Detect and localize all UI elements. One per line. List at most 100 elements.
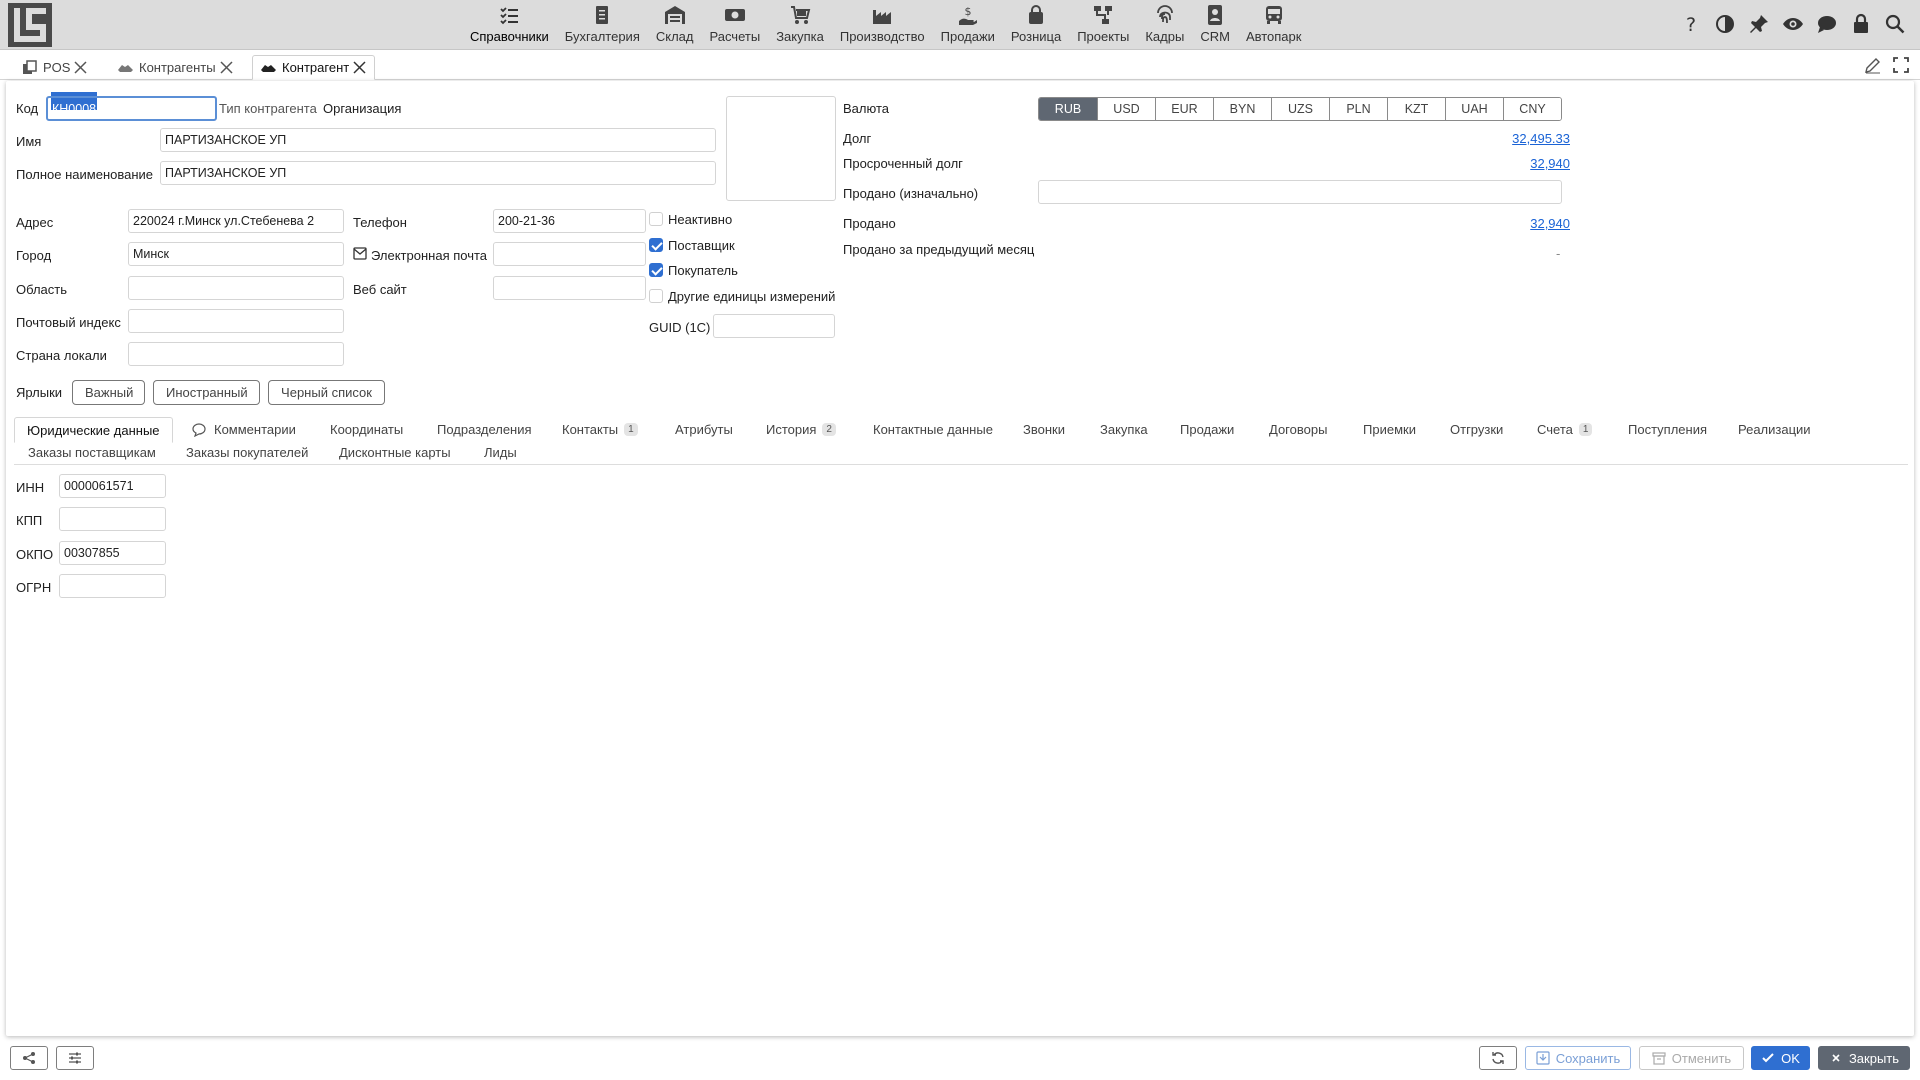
website-input[interactable] xyxy=(493,276,646,300)
module-purchase[interactable]: Закупка xyxy=(768,2,832,48)
overdue-value-link[interactable]: 32,940 xyxy=(1530,156,1570,171)
subtab-coordinates[interactable]: Координаты xyxy=(330,422,403,437)
app-logo-icon[interactable] xyxy=(8,3,52,47)
fullscreen-icon[interactable] xyxy=(1892,56,1910,74)
eye-icon[interactable] xyxy=(1782,13,1804,35)
region-label: Область xyxy=(16,282,68,297)
save-button[interactable]: Сохранить xyxy=(1525,1046,1631,1070)
region-input[interactable] xyxy=(128,276,344,300)
subtab-shipments[interactable]: Отгрузки xyxy=(1450,422,1503,437)
cancel-button[interactable]: Отменить xyxy=(1639,1046,1744,1070)
phone-input[interactable] xyxy=(493,209,646,233)
subtab-attributes[interactable]: Атрибуты xyxy=(675,422,733,437)
buyer-checkbox[interactable] xyxy=(649,263,663,277)
refresh-button[interactable] xyxy=(1479,1046,1517,1070)
subtab-legal[interactable]: Юридические данные xyxy=(14,417,173,443)
tab-pos[interactable]: POS xyxy=(14,55,95,80)
subtab-invoices[interactable]: Счета 1 xyxy=(1537,422,1593,437)
subtab-calls[interactable]: Звонки xyxy=(1023,422,1065,437)
email-input[interactable] xyxy=(493,242,646,266)
subtab-buyer-orders[interactable]: Заказы покупателей xyxy=(186,445,308,460)
contrast-icon[interactable] xyxy=(1714,13,1736,35)
inactive-checkbox[interactable] xyxy=(649,212,663,226)
ogrn-input[interactable] xyxy=(59,574,166,598)
help-icon[interactable]: ? xyxy=(1680,13,1702,35)
module-hr[interactable]: Кадры xyxy=(1137,2,1192,48)
module-label: Продажи xyxy=(940,29,995,44)
search-icon[interactable] xyxy=(1884,13,1906,35)
close-icon[interactable] xyxy=(353,61,366,74)
subtab-contacts[interactable]: Контакты 1 xyxy=(562,422,638,437)
photo-placeholder[interactable] xyxy=(726,96,836,201)
module-production[interactable]: Производство xyxy=(832,2,933,48)
subtab-discount-cards[interactable]: Дисконтные карты xyxy=(339,445,451,460)
module-accounting[interactable]: Бухгалтерия xyxy=(557,2,648,48)
subtab-label: Реализации xyxy=(1738,422,1811,437)
kpp-input[interactable] xyxy=(59,507,166,531)
module-settlements[interactable]: Расчеты xyxy=(701,2,768,48)
share-button[interactable] xyxy=(10,1046,48,1070)
tag-foreign-button[interactable]: Иностранный xyxy=(153,380,260,405)
tag-blacklist-button[interactable]: Черный список xyxy=(268,380,385,405)
pin-icon[interactable] xyxy=(1748,13,1770,35)
sold-value-link[interactable]: 32,940 xyxy=(1530,216,1570,231)
module-label: Автопарк xyxy=(1245,29,1302,44)
subtab-contracts[interactable]: Договоры xyxy=(1269,422,1327,437)
currency-uzs[interactable]: UZS xyxy=(1271,98,1329,120)
units-checkbox[interactable] xyxy=(649,289,663,303)
sold-initial-input[interactable] xyxy=(1038,180,1562,204)
close-button[interactable]: Закрыть xyxy=(1818,1046,1910,1070)
currency-usd[interactable]: USD xyxy=(1097,98,1155,120)
currency-pln[interactable]: PLN xyxy=(1329,98,1387,120)
subtab-divisions[interactable]: Подразделения xyxy=(437,422,532,437)
subtab-comments[interactable]: Комментарии xyxy=(192,422,296,437)
currency-uah[interactable]: UAH xyxy=(1445,98,1503,120)
module-crm[interactable]: CRM xyxy=(1192,2,1238,48)
subtab-contact-data[interactable]: Контактные данные xyxy=(873,422,993,437)
subtab-realizations[interactable]: Реализации xyxy=(1738,422,1811,437)
currency-cny[interactable]: CNY xyxy=(1503,98,1561,120)
module-retail[interactable]: Розница xyxy=(1003,2,1069,48)
supplier-checkbox[interactable] xyxy=(649,238,663,252)
currency-byn[interactable]: BYN xyxy=(1213,98,1271,120)
debt-value-link[interactable]: 32,495.33 xyxy=(1512,131,1570,146)
chat-icon[interactable] xyxy=(1816,13,1838,35)
edit-icon[interactable] xyxy=(1864,56,1882,74)
code-input[interactable] xyxy=(46,96,217,121)
currency-kzt[interactable]: KZT xyxy=(1387,98,1445,120)
guid-input[interactable] xyxy=(713,314,835,338)
cart-icon xyxy=(791,6,811,24)
supplier-label: Поставщик xyxy=(668,238,735,253)
subtab-history[interactable]: История 2 xyxy=(766,422,836,437)
tag-important-button[interactable]: Важный xyxy=(72,380,145,405)
module-catalogs[interactable]: Справочники xyxy=(462,2,557,48)
module-projects[interactable]: Проекты xyxy=(1069,2,1137,48)
settings-button[interactable] xyxy=(56,1046,94,1070)
lock-icon[interactable] xyxy=(1850,13,1872,35)
subtab-purchase[interactable]: Закупка xyxy=(1100,422,1148,437)
ok-button[interactable]: OK xyxy=(1751,1046,1810,1070)
okpo-input[interactable] xyxy=(59,541,166,565)
subtab-supplier-orders[interactable]: Заказы поставщикам xyxy=(28,445,156,460)
country-input[interactable] xyxy=(128,342,344,366)
currency-rub[interactable]: RUB xyxy=(1039,98,1097,120)
module-sales[interactable]: $ Продажи xyxy=(933,2,1003,48)
module-fleet[interactable]: Автопарк xyxy=(1238,2,1310,48)
fullname-input[interactable] xyxy=(160,161,716,185)
module-warehouse[interactable]: Склад xyxy=(648,2,702,48)
inn-input[interactable] xyxy=(59,474,166,498)
address-input[interactable] xyxy=(128,209,344,233)
postal-input[interactable] xyxy=(128,309,344,333)
subtab-label: Заказы поставщикам xyxy=(28,445,156,460)
subtab-leads[interactable]: Лиды xyxy=(484,445,517,460)
subtab-sales[interactable]: Продажи xyxy=(1180,422,1234,437)
city-input[interactable] xyxy=(128,242,344,266)
subtab-incomings[interactable]: Поступления xyxy=(1628,422,1707,437)
close-icon[interactable] xyxy=(220,61,233,74)
close-icon[interactable] xyxy=(74,61,87,74)
currency-eur[interactable]: EUR xyxy=(1155,98,1213,120)
name-input[interactable] xyxy=(160,128,716,152)
tab-counterparty[interactable]: Контрагент xyxy=(252,55,376,80)
tab-counterparties[interactable]: Контрагенты xyxy=(110,55,241,80)
subtab-receipts[interactable]: Приемки xyxy=(1363,422,1416,437)
